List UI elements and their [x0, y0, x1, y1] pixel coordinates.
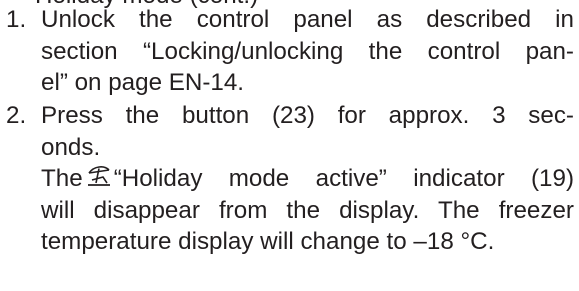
result-line: will disappear from the display. The fre… — [41, 196, 574, 224]
holiday-mode-icon — [86, 164, 112, 188]
step-line: el” on page EN-14. — [41, 69, 245, 97]
result-line: temperature display will change to –18 °… — [41, 228, 495, 256]
manual-page: Holiday mode (cont.) 1. Unlock the contr… — [0, 0, 579, 291]
step-text: Unlock the control panel as described in… — [41, 4, 574, 99]
step-text: Press the button (23) for approx. 3 sec-… — [41, 100, 574, 258]
step-number: 2. — [6, 102, 27, 129]
step-line: Press the button (23) for approx. 3 sec- — [41, 102, 574, 129]
result-line: The “Holiday mode active” indicator (19) — [41, 163, 574, 195]
result-prefix: The — [41, 165, 83, 193]
step-line: section “Locking/unlocking the control p… — [41, 37, 574, 65]
step-line: onds. — [41, 133, 101, 161]
step-line: Unlock the control panel as described in — [41, 6, 574, 33]
result-indicator-text: “Holiday mode active” indicator (19) — [113, 165, 574, 193]
step-number: 1. — [6, 6, 27, 33]
